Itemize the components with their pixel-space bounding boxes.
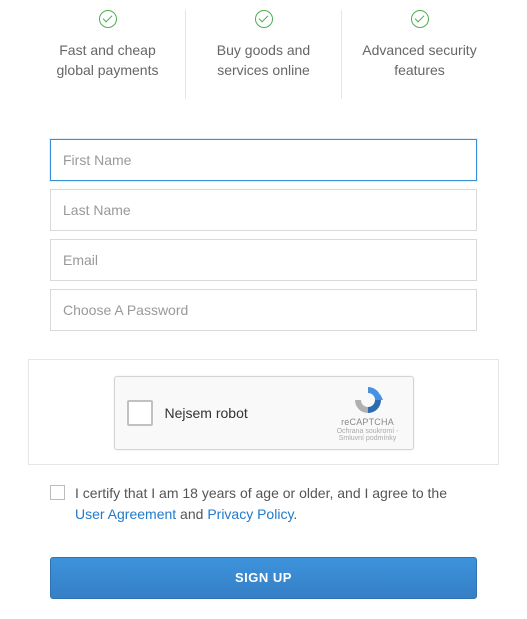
recaptcha-branding: reCAPTCHA Ochrana soukromí - Smluvní pod… xyxy=(333,384,403,442)
email-input[interactable] xyxy=(50,239,477,281)
recaptcha-icon xyxy=(352,384,384,416)
check-circle-icon xyxy=(99,10,117,28)
privacy-policy-link[interactable]: Privacy Policy xyxy=(207,506,293,522)
signup-form: Nejsem robot reCAPTCHA Ochrana soukromí … xyxy=(0,99,527,599)
recaptcha-label: Nejsem robot xyxy=(165,405,333,421)
consent-suffix: . xyxy=(293,506,297,522)
recaptcha-brand-text: reCAPTCHA xyxy=(333,417,403,427)
consent-checkbox[interactable] xyxy=(50,485,65,500)
check-circle-icon xyxy=(255,10,273,28)
feature-text: Advanced security features xyxy=(352,40,487,81)
consent-mid: and xyxy=(176,506,207,522)
consent-text: I certify that I am 18 years of age or o… xyxy=(75,483,477,525)
feature-goods: Buy goods and services online xyxy=(185,10,341,99)
signup-button[interactable]: SIGN UP xyxy=(50,557,477,599)
captcha-container: Nejsem robot reCAPTCHA Ochrana soukromí … xyxy=(28,359,499,465)
feature-payments: Fast and cheap global payments xyxy=(30,10,185,99)
recaptcha-sub-text: Ochrana soukromí - Smluvní podmínky xyxy=(333,428,403,442)
check-circle-icon xyxy=(411,10,429,28)
feature-text: Buy goods and services online xyxy=(196,40,331,81)
last-name-input[interactable] xyxy=(50,189,477,231)
feature-text: Fast and cheap global payments xyxy=(40,40,175,81)
first-name-input[interactable] xyxy=(50,139,477,181)
consent-row: I certify that I am 18 years of age or o… xyxy=(50,483,477,525)
password-input[interactable] xyxy=(50,289,477,331)
feature-security: Advanced security features xyxy=(341,10,497,99)
recaptcha-widget[interactable]: Nejsem robot reCAPTCHA Ochrana soukromí … xyxy=(114,376,414,450)
consent-prefix: I certify that I am 18 years of age or o… xyxy=(75,485,447,501)
features-row: Fast and cheap global payments Buy goods… xyxy=(0,10,527,99)
user-agreement-link[interactable]: User Agreement xyxy=(75,506,176,522)
recaptcha-checkbox[interactable] xyxy=(127,400,153,426)
